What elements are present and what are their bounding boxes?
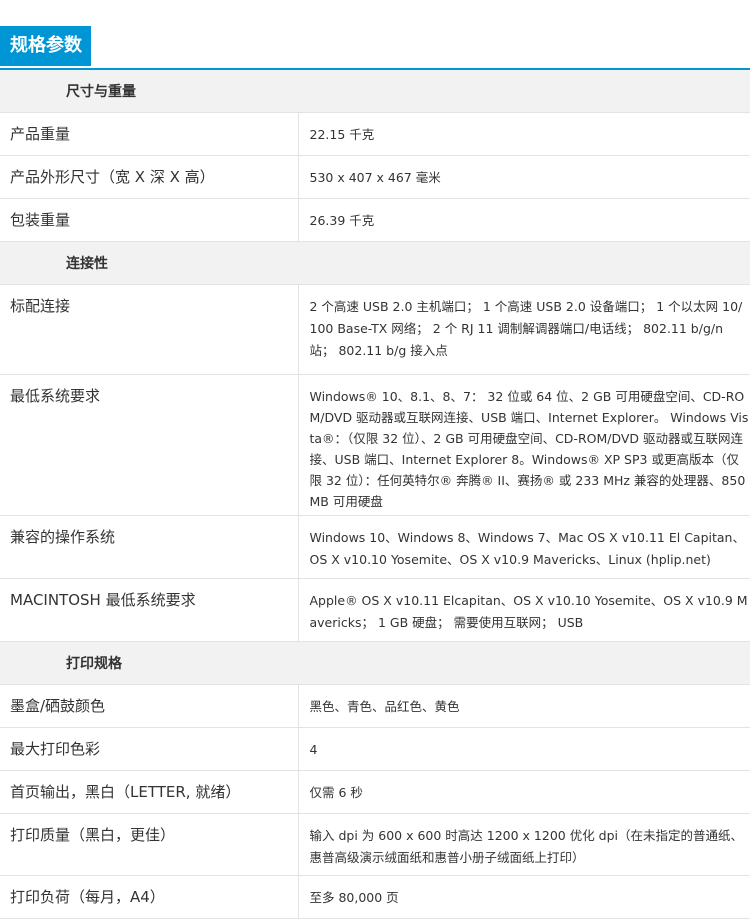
spec-label: 打印负荷（每月，A4） [0,875,299,919]
section-title: 打印规格 [0,641,750,685]
spec-value: 26.39 千克 [298,198,750,242]
spec-value: 至多 80,000 页 [298,875,750,919]
spec-label: 产品重量 [0,112,299,156]
spec-value: Apple® OS X v10.11 Elcapitan、OS X v10.10… [298,578,750,642]
section-header-dimensions: 尺寸与重量 [0,70,750,113]
spec-label: 最低系统要求 [0,374,299,516]
spec-row: 标配连接 2 个高速 USB 2.0 主机端口； 1 个高速 USB 2.0 设… [0,284,750,375]
spec-row: 产品外形尺寸（宽 X 深 X 高） 530 x 407 x 467 毫米 [0,155,750,199]
spec-row: MACINTOSH 最低系统要求 Apple® OS X v10.11 Elca… [0,578,750,642]
spec-row: 产品重量 22.15 千克 [0,112,750,156]
spec-label: 最大打印色彩 [0,727,299,771]
spec-row: 兼容的操作系统 Windows 10、Windows 8、Windows 7、M… [0,515,750,579]
spec-value: 530 x 407 x 467 毫米 [298,155,750,199]
spec-label: 产品外形尺寸（宽 X 深 X 高） [0,155,299,199]
spec-row: 首页输出，黑白（LETTER, 就绪） 仅需 6 秒 [0,770,750,814]
spec-row: 打印质量（黑白，更佳） 输入 dpi 为 600 x 600 时高达 1200 … [0,813,750,876]
spec-value: 输入 dpi 为 600 x 600 时高达 1200 x 1200 优化 dp… [298,813,750,876]
spec-value: 4 [298,727,750,771]
spec-row: 最低系统要求 Windows® 10、8.1、8、7： 32 位或 64 位、2… [0,374,750,516]
spec-row: 包装重量 26.39 千克 [0,198,750,242]
spec-value: Windows 10、Windows 8、Windows 7、Mac OS X … [298,515,750,579]
spec-label: 包装重量 [0,198,299,242]
tab-specifications[interactable]: 规格参数 [0,26,91,66]
spec-tab-bar: 规格参数 [0,0,750,70]
spec-value: 2 个高速 USB 2.0 主机端口； 1 个高速 USB 2.0 设备端口； … [298,284,750,375]
section-header-connectivity: 连接性 [0,241,750,285]
spec-row: 最大打印色彩 4 [0,727,750,771]
spec-row: 墨盒/硒鼓颜色 黑色、青色、品红色、黄色 [0,684,750,728]
section-title: 连接性 [0,241,750,285]
spec-row: 打印负荷（每月，A4） 至多 80,000 页 [0,875,750,919]
spec-label: 墨盒/硒鼓颜色 [0,684,299,728]
spec-value: 黑色、青色、品红色、黄色 [298,684,750,728]
spec-value: 22.15 千克 [298,112,750,156]
spec-label: 打印质量（黑白，更佳） [0,813,299,876]
spec-label: 兼容的操作系统 [0,515,299,579]
spec-label: MACINTOSH 最低系统要求 [0,578,299,642]
spec-table: 尺寸与重量 产品重量 22.15 千克 产品外形尺寸（宽 X 深 X 高） 53… [0,70,750,919]
section-header-print-specs: 打印规格 [0,641,750,685]
spec-value: Windows® 10、8.1、8、7： 32 位或 64 位、2 GB 可用硬… [298,374,750,516]
section-title: 尺寸与重量 [0,70,750,113]
spec-value: 仅需 6 秒 [298,770,750,814]
spec-label: 首页输出，黑白（LETTER, 就绪） [0,770,299,814]
spec-label: 标配连接 [0,284,299,375]
